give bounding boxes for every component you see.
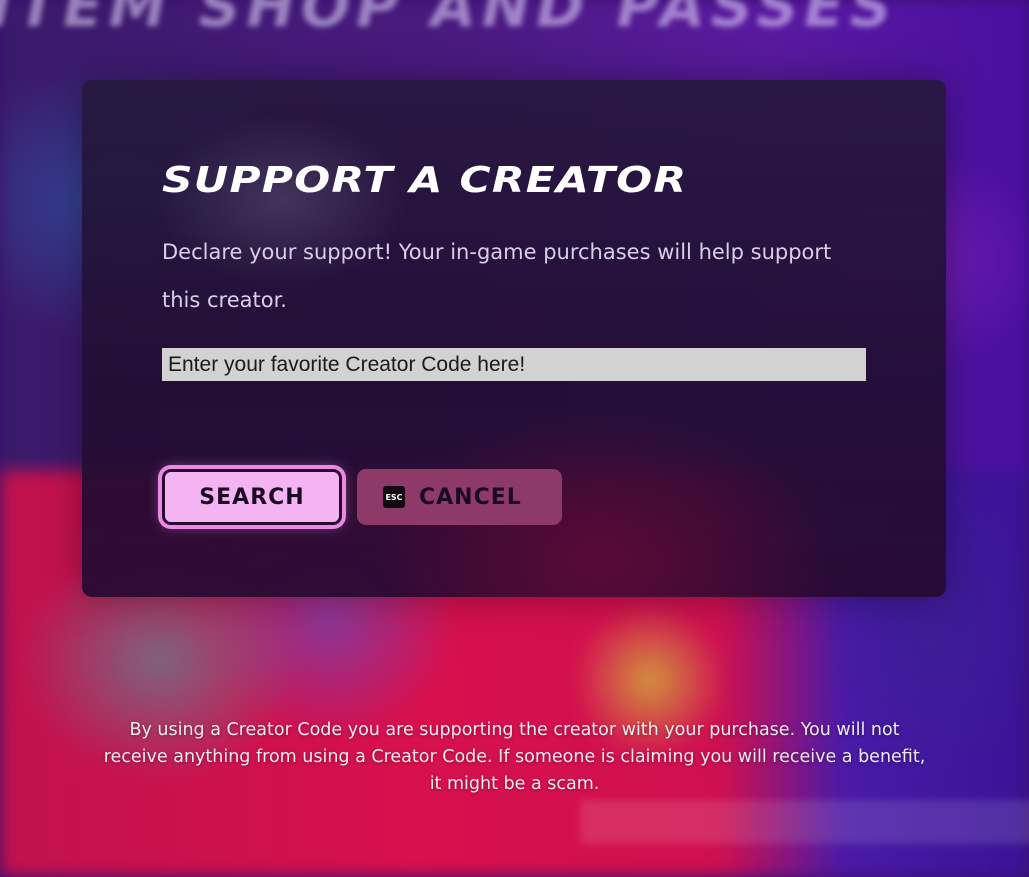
- support-creator-dialog: SUPPORT A CREATOR Declare your support! …: [82, 80, 946, 597]
- dialog-title: SUPPORT A CREATOR: [162, 160, 688, 201]
- creator-code-input[interactable]: [162, 348, 866, 381]
- background-bar: [580, 800, 1029, 844]
- cancel-button[interactable]: ESC CANCEL: [357, 469, 562, 525]
- search-button-label: SEARCH: [199, 484, 305, 510]
- dialog-description: Declare your support! Your in-game purch…: [162, 240, 832, 312]
- esc-key-icon: ESC: [383, 486, 405, 508]
- search-button[interactable]: SEARCH: [162, 469, 342, 525]
- esc-key-label: ESC: [385, 492, 403, 502]
- cancel-button-label: CANCEL: [419, 484, 522, 510]
- background-heading: ITEM SHOP AND PASSES: [0, 0, 898, 40]
- scam-disclaimer: By using a Creator Code you are supporti…: [103, 720, 926, 794]
